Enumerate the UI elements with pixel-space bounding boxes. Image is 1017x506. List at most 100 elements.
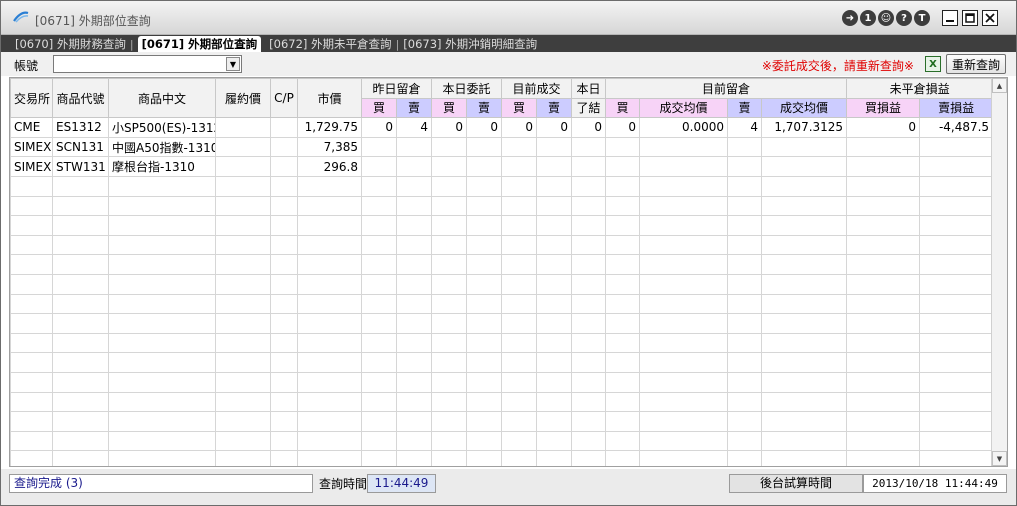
- header-closed[interactable]: 了結: [571, 97, 607, 119]
- excel-export-icon[interactable]: X: [925, 56, 941, 72]
- table-cell: [761, 450, 848, 466]
- header-order-buy[interactable]: 買: [431, 97, 468, 119]
- header-sell-pl[interactable]: 賣損益: [919, 97, 994, 119]
- table-cell: [10, 371, 53, 393]
- header-strike[interactable]: 履約價: [215, 78, 271, 119]
- scroll-up-icon[interactable]: ▲: [992, 78, 1007, 93]
- table-cell: [270, 117, 298, 138]
- vertical-scrollbar[interactable]: ▲ ▼: [991, 78, 1007, 466]
- account-select[interactable]: ▼: [53, 55, 242, 73]
- tab-financial-query[interactable]: [0670] 外期財務查詢: [11, 37, 130, 52]
- header-buy-pl[interactable]: 買損益: [846, 97, 921, 119]
- table-cell: [108, 234, 216, 256]
- person-help-icon[interactable]: ☺: [878, 10, 894, 26]
- tab-position-query[interactable]: [0671] 外期部位查詢: [137, 36, 262, 52]
- empty-row[interactable]: [10, 450, 994, 466]
- table-cell: [846, 352, 921, 373]
- header-name[interactable]: 商品中文: [108, 78, 216, 119]
- empty-row[interactable]: [10, 371, 994, 393]
- table-cell: [605, 391, 641, 413]
- refresh-query-button[interactable]: 重新查詢: [946, 54, 1006, 74]
- table-cell: [215, 430, 271, 452]
- table-cell: [639, 391, 729, 413]
- backend-time-label: 後台試算時間: [729, 474, 863, 493]
- table-cell: [395, 332, 433, 354]
- table-row[interactable]: SIMEX STW131 摩根台指-1310 296.8: [10, 156, 994, 177]
- table-cell: [108, 352, 216, 373]
- help-icon[interactable]: ?: [896, 10, 912, 26]
- table-cell: [215, 293, 271, 315]
- empty-row[interactable]: [10, 175, 994, 197]
- table-cell: [215, 175, 271, 197]
- window-title: [0671] 外期部位查詢: [35, 14, 151, 28]
- table-cell: [639, 371, 729, 393]
- empty-row[interactable]: [10, 332, 994, 354]
- empty-row[interactable]: [10, 293, 994, 315]
- empty-row[interactable]: [10, 254, 994, 275]
- header-position-sell[interactable]: 賣: [727, 97, 763, 119]
- table-cell: [571, 156, 607, 177]
- table-cell: [431, 352, 468, 373]
- table-cell: [361, 175, 397, 197]
- table-cell: [297, 175, 362, 197]
- tab-open-interest-query[interactable]: [0672] 外期未平倉查詢: [265, 37, 395, 52]
- header-order-sell[interactable]: 賣: [466, 97, 503, 119]
- empty-row[interactable]: [10, 352, 994, 373]
- chevron-down-icon[interactable]: ▼: [226, 57, 240, 71]
- header-sell-avg-price[interactable]: 成交均價: [761, 97, 848, 119]
- table-row[interactable]: CME ES1312 小SP500(ES)-1312 1,729.75 0 4 0 0 0 0 0 0…: [10, 117, 994, 138]
- header-prev-sell[interactable]: 賣: [395, 97, 433, 119]
- empty-row[interactable]: [10, 411, 994, 432]
- table-cell: 1,707.3125: [761, 117, 848, 138]
- maximize-button[interactable]: [962, 10, 978, 26]
- empty-row[interactable]: [10, 430, 994, 452]
- empty-row[interactable]: [10, 234, 994, 256]
- tab-offset-detail-query[interactable]: [0673] 外期沖銷明細查詢: [399, 37, 541, 52]
- table-cell: [571, 313, 607, 334]
- table-cell: [215, 254, 271, 275]
- table-cell: [919, 254, 994, 275]
- header-fill-sell[interactable]: 賣: [536, 97, 573, 119]
- table-cell: [270, 156, 298, 177]
- t-icon[interactable]: T: [914, 10, 930, 26]
- empty-row[interactable]: [10, 391, 994, 413]
- table-cell: 0: [361, 117, 397, 138]
- header-cp[interactable]: C/P: [270, 78, 298, 119]
- table-cell: [297, 332, 362, 354]
- header-prev-buy[interactable]: 買: [361, 97, 397, 119]
- table-cell: [501, 273, 538, 295]
- table-cell: [919, 313, 994, 334]
- header-position-buy[interactable]: 買: [605, 97, 641, 119]
- forward-icon[interactable]: ➜: [842, 10, 858, 26]
- table-cell: [536, 391, 573, 413]
- header-market-price[interactable]: 市價: [297, 78, 362, 119]
- table-cell: [395, 234, 433, 256]
- empty-row[interactable]: [10, 215, 994, 236]
- table-cell: 0: [536, 117, 573, 138]
- close-button[interactable]: [982, 10, 998, 26]
- empty-row[interactable]: [10, 313, 994, 334]
- minimize-button[interactable]: [942, 10, 958, 26]
- table-cell: [52, 430, 109, 452]
- table-cell: [466, 450, 503, 466]
- empty-row[interactable]: [10, 195, 994, 217]
- one-icon[interactable]: 1: [860, 10, 876, 26]
- table-cell: [270, 254, 298, 275]
- table-cell: [761, 391, 848, 413]
- table-cell: 7,385: [297, 136, 362, 158]
- table-cell: [919, 352, 994, 373]
- table-cell: [431, 313, 468, 334]
- header-code[interactable]: 商品代號: [52, 78, 109, 119]
- header-fill-buy[interactable]: 買: [501, 97, 538, 119]
- empty-row[interactable]: [10, 273, 994, 295]
- table-cell: [571, 391, 607, 413]
- table-cell: [605, 430, 641, 452]
- header-exchange[interactable]: 交易所: [10, 78, 53, 119]
- table-cell: [536, 411, 573, 432]
- table-row[interactable]: SIMEX SCN131 中國A50指數-1310 7,385: [10, 136, 994, 158]
- header-buy-avg-price[interactable]: 成交均價: [639, 97, 729, 119]
- scroll-down-icon[interactable]: ▼: [992, 451, 1007, 466]
- table-cell: [297, 371, 362, 393]
- table-cell: [10, 254, 53, 275]
- table-cell: [639, 293, 729, 315]
